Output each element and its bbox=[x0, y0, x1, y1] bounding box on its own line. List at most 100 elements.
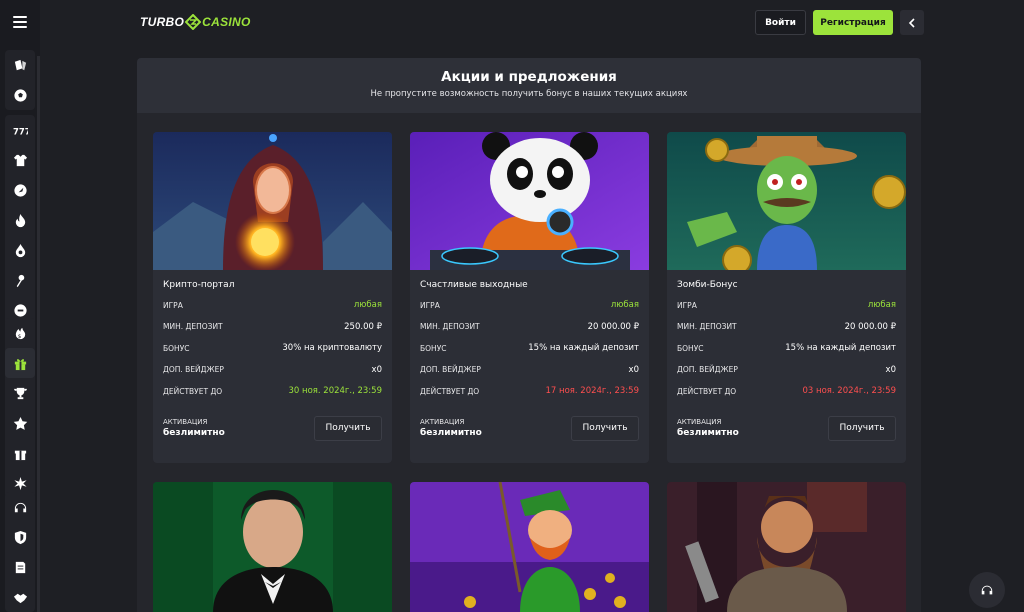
promo-image-zombie-bonus[interactable] bbox=[667, 132, 906, 270]
row-key: ДЕЙСТВУЕТ ДО bbox=[163, 386, 223, 396]
get-bonus-button[interactable]: Получить bbox=[314, 415, 382, 441]
row-value: любая bbox=[353, 300, 382, 311]
promo-row-bonus: БОНУС 15% на каждый депозит bbox=[677, 337, 896, 359]
site-logo[interactable]: TURBO CASINO bbox=[140, 13, 251, 31]
row-key: МИН. ДЕПОЗИТ bbox=[677, 322, 737, 332]
row-value: x0 bbox=[371, 364, 382, 375]
promo-row-wager: ДОП. ВЕЙДЖЕР x0 bbox=[163, 358, 382, 381]
headset-icon bbox=[981, 585, 993, 595]
promo-image-crypto-portal[interactable] bbox=[153, 132, 392, 270]
present-icon bbox=[14, 450, 26, 460]
promo-row-game: ИГРА любая bbox=[677, 294, 896, 316]
register-button[interactable]: Регистрация bbox=[813, 10, 893, 35]
row-key: ИГРА bbox=[677, 300, 697, 310]
row-value: 03 ноя. 2024г., 23:59 bbox=[802, 386, 897, 397]
row-key: ДЕЙСТВУЕТ ДО bbox=[677, 386, 737, 396]
logo-diamond-icon bbox=[185, 14, 202, 30]
promo-image-happy-weekend[interactable] bbox=[410, 132, 649, 270]
get-bonus-button[interactable]: Получить bbox=[571, 415, 639, 441]
sidebar-item-security[interactable] bbox=[5, 522, 35, 552]
promo-image-leprechaun[interactable] bbox=[410, 482, 649, 612]
sidebar-item-slots[interactable]: 777 bbox=[5, 115, 35, 145]
promo-title: Зомби-Бонус bbox=[677, 280, 738, 290]
document-icon bbox=[15, 561, 25, 573]
sidebar-item-popular[interactable] bbox=[5, 235, 35, 265]
promo-row-min-deposit: МИН. ДЕПОЗИТ 250.00 ₽ bbox=[163, 315, 382, 338]
row-value: 20 000.00 ₽ bbox=[844, 321, 896, 332]
promo-row-valid-until: ДЕЙСТВУЕТ ДО 03 ноя. 2024г., 23:59 bbox=[677, 380, 896, 402]
sidebar-item-support[interactable] bbox=[5, 492, 35, 522]
sidebar-item-gifts[interactable] bbox=[5, 438, 35, 468]
chevron-left-icon bbox=[908, 17, 915, 28]
collapse-button[interactable] bbox=[900, 10, 924, 35]
row-key: МИН. ДЕПОЗИТ bbox=[420, 322, 480, 332]
sidebar-item-bonus[interactable]: $ bbox=[5, 318, 35, 348]
sidebar-item-sport[interactable] bbox=[5, 80, 35, 110]
row-value: 30 ноя. 2024г., 23:59 bbox=[288, 386, 383, 397]
handshake-icon bbox=[13, 593, 27, 603]
sidebar-item-crash[interactable] bbox=[5, 175, 35, 205]
sidebar-item-team[interactable] bbox=[5, 145, 35, 175]
sidebar-item-hot[interactable] bbox=[5, 205, 35, 235]
activation-value: безлимитно bbox=[163, 428, 225, 438]
sidebar-scrollbar[interactable] bbox=[37, 56, 40, 612]
leprechaun-illustration bbox=[410, 482, 649, 612]
sidebar-item-partners[interactable] bbox=[5, 582, 35, 612]
zombie-illustration bbox=[667, 132, 906, 270]
row-value: 15% на каждый депозит bbox=[528, 343, 639, 354]
promo-row-wager: ДОП. ВЕЙДЖЕР x0 bbox=[677, 358, 896, 381]
rocket-icon bbox=[13, 183, 27, 197]
hamburger-icon bbox=[13, 16, 27, 28]
activation-value: безлимитно bbox=[677, 428, 739, 438]
top-header: TURBO CASINO Войти Регистрация bbox=[40, 0, 1024, 44]
logo-text-casino: CASINO bbox=[202, 15, 251, 29]
row-value: x0 bbox=[628, 364, 639, 375]
promo-card: Крипто-портал ИГРА любая МИН. ДЕПОЗИТ 250.… bbox=[153, 132, 392, 463]
sidebar-item-tournaments[interactable] bbox=[5, 378, 35, 408]
row-value: 15% на каждый депозит bbox=[785, 343, 896, 354]
row-key: ИГРА bbox=[163, 300, 183, 310]
gentleman-illustration bbox=[153, 482, 392, 612]
sidebar-item-live[interactable] bbox=[5, 265, 35, 295]
sidebar-item-rules[interactable] bbox=[5, 552, 35, 582]
row-value: x0 bbox=[885, 364, 896, 375]
row-key: ДЕЙСТВУЕТ ДО bbox=[420, 386, 480, 396]
get-bonus-button[interactable]: Получить bbox=[828, 415, 896, 441]
sidebar-group-games: 777 bbox=[5, 115, 35, 325]
headset-icon bbox=[14, 502, 26, 512]
sorceress-illustration bbox=[153, 132, 392, 270]
trophy-icon bbox=[13, 387, 27, 399]
promo-row-min-deposit: МИН. ДЕПОЗИТ 20 000.00 ₽ bbox=[420, 315, 639, 338]
row-value: 20 000.00 ₽ bbox=[587, 321, 639, 332]
promo-row-game: ИГРА любая bbox=[163, 294, 382, 316]
activation-label: АКТИВАЦИЯ bbox=[677, 418, 722, 426]
wheel-icon bbox=[13, 476, 27, 490]
promo-title: Счастливые выходные bbox=[420, 280, 528, 290]
jersey-icon bbox=[13, 154, 27, 166]
support-chat-button[interactable] bbox=[969, 572, 1005, 608]
promo-image-dwarf[interactable] bbox=[667, 482, 906, 612]
promo-image-gentleman[interactable] bbox=[153, 482, 392, 612]
joystick-icon bbox=[16, 274, 24, 287]
sidebar-item-promotions[interactable] bbox=[5, 348, 35, 378]
promo-activation: АКТИВАЦИЯ безлимитно Получить bbox=[163, 415, 382, 441]
sidebar-group-main bbox=[5, 50, 35, 110]
sidebar-item-casino[interactable] bbox=[5, 50, 35, 80]
sidebar-item-favorites[interactable] bbox=[5, 408, 35, 438]
row-value: любая bbox=[867, 300, 896, 311]
promo-hero: Акции и предложения Не пропустите возмож… bbox=[137, 58, 921, 113]
row-value: 17 ноя. 2024г., 23:59 bbox=[545, 386, 640, 397]
menu-button[interactable] bbox=[0, 0, 40, 44]
page-subtitle: Не пропустите возможность получить бонус… bbox=[370, 89, 688, 99]
row-key: МИН. ДЕПОЗИТ bbox=[163, 322, 223, 332]
promo-row-bonus: БОНУС 30% на криптовалюту bbox=[163, 337, 382, 359]
row-value: 30% на криптовалюту bbox=[282, 343, 382, 354]
svg-text:777: 777 bbox=[13, 126, 28, 136]
dwarf-illustration bbox=[667, 482, 906, 612]
promo-row-bonus: БОНУС 15% на каждый депозит bbox=[420, 337, 639, 359]
sidebar-group-support bbox=[5, 492, 35, 612]
row-key: БОНУС bbox=[163, 343, 190, 353]
star-icon bbox=[13, 416, 27, 430]
row-key: ДОП. ВЕЙДЖЕР bbox=[163, 365, 224, 375]
login-button[interactable]: Войти bbox=[755, 10, 806, 35]
